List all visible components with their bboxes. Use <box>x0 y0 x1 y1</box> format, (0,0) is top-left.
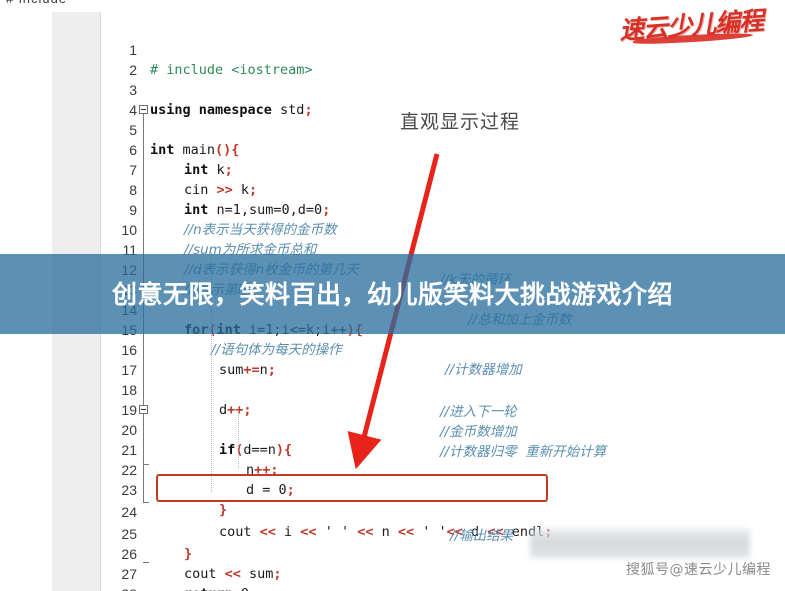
fold-toggle-main[interactable] <box>139 105 148 114</box>
fold-end-if <box>143 464 149 465</box>
right-comment: //计数器增加 <box>445 362 522 378</box>
highlight-box-cout <box>156 474 548 502</box>
fold-end-main <box>143 502 149 503</box>
right-comment: //进入下一轮 <box>440 404 517 420</box>
title-overlay-banner: 创意无限，笑料百出，幼儿版笑料大挑战游戏介绍 <box>0 254 785 334</box>
indent-guide <box>238 410 239 468</box>
blurred-redaction-area <box>530 528 750 558</box>
right-comment: //金币数增加 <box>440 424 517 440</box>
right-comment: //输出结果 <box>450 528 514 544</box>
annotation-label: 直观显示过程 <box>400 111 521 133</box>
right-comment: //计数器归零 重新开始计算 <box>440 444 607 460</box>
cropped-header-text: # include <box>6 0 67 6</box>
fold-toggle-if[interactable] <box>139 405 148 414</box>
code-token-number: 0 <box>233 586 249 591</box>
screenshot-root: # include 1 # include <iostream> 2 3 usi… <box>0 0 785 591</box>
line-number: 28 <box>101 584 137 591</box>
code-token-semicolon: ; <box>249 586 257 591</box>
code-token-keyword: return <box>184 586 233 591</box>
brand-logo: 速云少儿编程 <box>611 4 771 46</box>
watermark-text: 搜狐号@速云少儿编程 <box>626 562 771 578</box>
overlay-title-text: 创意无限，笑料百出，幼儿版笑料大挑战游戏介绍 <box>111 279 673 309</box>
fold-end-outer <box>143 562 149 563</box>
